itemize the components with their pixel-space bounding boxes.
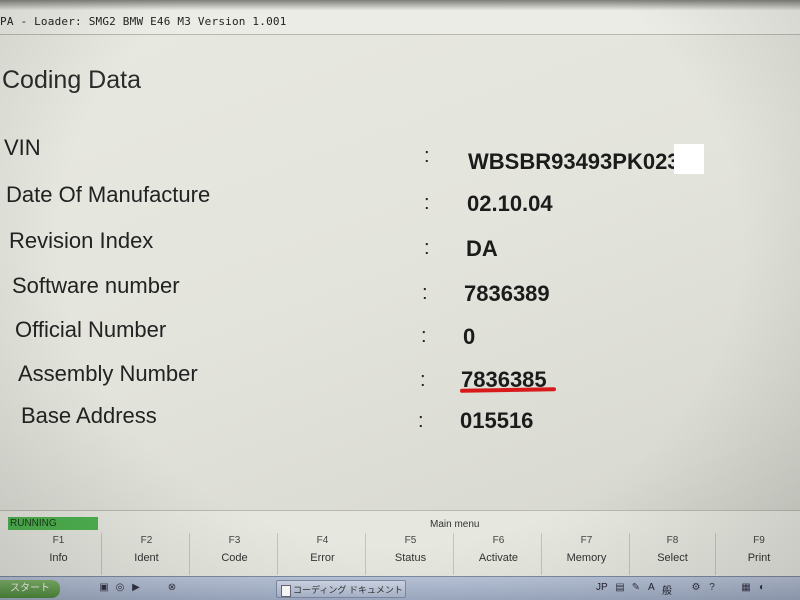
row-value-vin: WBSBR93493PK023	[468, 144, 704, 175]
window-titlebar: PA - Loader: SMG2 BMW E46 M3 Version 1.0…	[0, 10, 800, 35]
window-title: PA - Loader: SMG2 BMW E46 M3 Version 1.0…	[0, 15, 287, 28]
fkey-number: F5	[404, 535, 417, 546]
fkey-f2-ident[interactable]: F2 Ident	[104, 533, 190, 575]
ime-icon[interactable]: ▤	[614, 582, 626, 594]
browser-icon[interactable]: ◎	[114, 582, 126, 594]
fkey-label: Activate	[478, 552, 519, 564]
fkey-f1-info[interactable]: F1 Info	[16, 533, 102, 575]
row-value-official: 0	[463, 324, 476, 349]
menu-title: Main menu	[430, 519, 480, 530]
network-icon[interactable]: ▦	[740, 582, 752, 594]
row-separator: :	[422, 282, 428, 304]
row-separator: :	[418, 410, 424, 432]
row-separator: :	[424, 237, 430, 259]
fkey-label: Memory	[566, 552, 607, 564]
volume-icon[interactable]: ◐	[756, 582, 768, 594]
fkey-label: Select	[657, 552, 688, 564]
fkey-label: Error	[310, 552, 335, 564]
fkey-f9-print[interactable]: F9 Print	[716, 533, 800, 575]
fkey-f8-select[interactable]: F8 Select	[630, 533, 716, 575]
fkey-f3-code[interactable]: F3 Code	[192, 533, 278, 575]
row-value-software: 7836389	[464, 281, 550, 306]
row-value-date: 02.10.04	[467, 191, 553, 216]
os-taskbar: スタート ▣ ◎ ▶ ⊗ コーディング ドキュメント JP ▤ ✎ A 般 ⚙ …	[0, 576, 800, 600]
media-icon[interactable]: ▶	[130, 582, 142, 594]
folder-icon[interactable]: ▣	[98, 582, 110, 594]
row-separator: :	[420, 369, 426, 391]
function-key-bar: RUNNING Main menu F1 Info F2 Ident F3 Co…	[0, 510, 800, 577]
row-value-base-address: 015516	[460, 408, 534, 433]
fkey-f4-error[interactable]: F4 Error	[280, 533, 366, 575]
caps-indicator[interactable]: A	[648, 582, 655, 593]
kana-indicator[interactable]: 般	[662, 582, 672, 597]
row-label-official: Official Number	[15, 317, 167, 342]
app-icon[interactable]: ⊗	[166, 582, 178, 594]
fkey-f7-memory[interactable]: F7 Memory	[544, 533, 630, 575]
fkey-number: F2	[140, 535, 153, 546]
fkey-number: F6	[492, 535, 505, 546]
page-title: Coding Data	[2, 66, 141, 94]
redaction-box	[673, 144, 704, 174]
row-label-base-address: Base Address	[21, 403, 157, 428]
start-button[interactable]: スタート	[0, 580, 60, 598]
fkey-f6-activate[interactable]: F6 Activate	[456, 533, 542, 575]
fkey-number: F9	[753, 535, 765, 546]
status-badge: RUNNING	[8, 517, 98, 530]
row-label-software: Software number	[12, 273, 180, 298]
fkey-number: F1	[52, 535, 65, 546]
pad-icon[interactable]: ✎	[630, 582, 642, 594]
fkey-number: F7	[580, 535, 593, 546]
fkey-number: F4	[316, 535, 329, 546]
taskbar-window-label: コーディング ドキュメント	[293, 585, 403, 595]
fkey-number: F8	[666, 535, 679, 546]
taskbar-window-button[interactable]: コーディング ドキュメント	[276, 580, 406, 598]
row-label-vin: VIN	[4, 135, 41, 160]
row-label-assembly: Assembly Number	[18, 361, 198, 386]
row-separator: :	[421, 325, 427, 347]
app-screen: PA - Loader: SMG2 BMW E46 M3 Version 1.0…	[0, 0, 800, 600]
vin-text: WBSBR93493PK023	[468, 149, 680, 174]
document-icon	[281, 585, 291, 597]
fkey-label: Ident	[134, 552, 159, 564]
row-separator: :	[424, 192, 430, 214]
row-value-revision: DA	[466, 236, 498, 261]
row-label-revision: Revision Index	[9, 228, 154, 253]
help-icon[interactable]: ?	[706, 582, 718, 594]
fkey-f5-status[interactable]: F5 Status	[368, 533, 454, 575]
fkey-label: Info	[49, 552, 68, 564]
fkey-number: F3	[228, 535, 241, 546]
row-label-date: Date Of Manufacture	[6, 182, 211, 207]
settings-icon[interactable]: ⚙	[690, 582, 702, 594]
row-separator: :	[424, 145, 430, 167]
fkey-label: Status	[394, 552, 427, 564]
fkey-label: Print	[747, 552, 771, 564]
fkey-label: Code	[221, 552, 248, 564]
language-indicator[interactable]: JP	[596, 582, 608, 593]
